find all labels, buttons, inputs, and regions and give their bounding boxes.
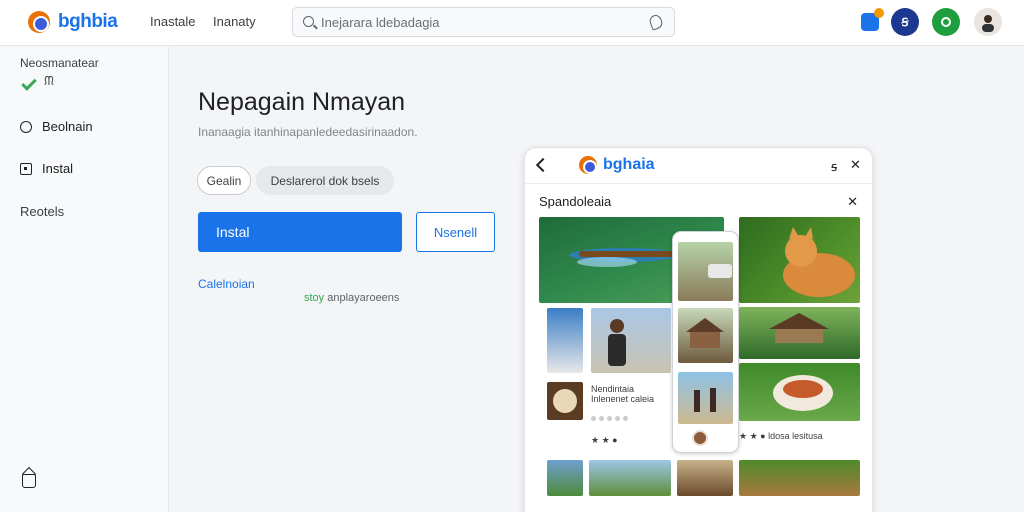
hint-text: stoy anplayaroeens: [304, 292, 399, 304]
post-rating-dots: [591, 408, 631, 426]
woman-illustration: [608, 319, 626, 366]
photo-strip-3[interactable]: [677, 460, 733, 496]
photo-sea-small[interactable]: [547, 308, 583, 373]
pavilion-illustration: [769, 313, 829, 343]
filter-chip-1[interactable]: Gealin: [197, 166, 251, 195]
details-link[interactable]: Calelnoian: [198, 277, 255, 291]
nav-link-2[interactable]: Inanaty: [213, 14, 256, 29]
top-bar: bghbia Inastale Inanaty Inejarara ldebad…: [0, 0, 1024, 46]
search-icon: [303, 16, 314, 27]
brand-logo-icon: [28, 11, 50, 33]
photo-cat[interactable]: [739, 217, 860, 303]
photo-woman[interactable]: [591, 308, 671, 373]
apps-glyph-icon: [941, 17, 951, 27]
page-subtitle: Inanaagia itanhinapanledeedasirinaadon.: [198, 125, 418, 139]
preview-close-icon[interactable]: ✕: [850, 157, 861, 173]
brand-name: bghbia: [58, 11, 118, 32]
phone-photo-house[interactable]: [678, 308, 733, 363]
phone-photo-beach-people[interactable]: [678, 372, 733, 424]
photo-coffee[interactable]: [547, 382, 583, 420]
profile-badge-label: Ꞩ: [901, 16, 909, 29]
photo-food-bowl[interactable]: [739, 363, 860, 421]
preview-brand-icon: [579, 156, 597, 174]
app-preview-card: bghaia ꟊ ✕ Spandoleaia ✕ ★ ★ ● ldosa les…: [524, 147, 873, 512]
sidebar-item-reotels[interactable]: Reotels: [20, 204, 64, 219]
phone-mockup: [672, 231, 739, 453]
phone-avatar[interactable]: [692, 430, 708, 446]
photo-strip-1[interactable]: [547, 460, 583, 496]
sidebar: Neosmanatear ᙏ Beolnain Instal Reotels: [0, 47, 169, 512]
sidebar-item-instal[interactable]: Instal: [20, 161, 73, 176]
sidebar-item-beolnain[interactable]: Beolnain: [20, 119, 93, 134]
avatar-person-icon: [982, 15, 994, 32]
people-illustration: [694, 388, 716, 412]
sidebar-section-label: Neosmanatear: [20, 56, 99, 70]
preview-title: Spandoleaia: [539, 194, 612, 209]
post-text: Nendintaia Inlenenet caleia: [591, 384, 655, 404]
apps-icon[interactable]: [932, 8, 960, 36]
notification-badge: [874, 8, 884, 18]
back-arrow-icon[interactable]: [535, 157, 551, 173]
brand-logo[interactable]: bghbia: [28, 11, 118, 33]
sidebar-section-sub: ᙏ: [44, 74, 54, 88]
square-icon: [20, 162, 32, 175]
notifications-icon[interactable]: [861, 8, 884, 31]
house-illustration: [686, 318, 724, 348]
sidebar-item-label: Beolnain: [42, 119, 93, 134]
search-input[interactable]: Inejarara ldebadagia: [292, 7, 675, 37]
preview-brand: bghaia: [579, 156, 655, 174]
sidebar-item-label: Instal: [42, 161, 74, 176]
hint-prefix: stoy: [304, 292, 325, 304]
caption-left: ★ ★ ●: [591, 435, 618, 445]
preview-header: bghaia ꟊ ✕: [525, 148, 872, 184]
car-illustration: [708, 264, 732, 278]
install-button[interactable]: Instal: [198, 212, 402, 252]
nav-link-1[interactable]: Inastale: [150, 14, 196, 29]
circle-icon: [20, 120, 32, 133]
close-icon[interactable]: ✕: [847, 194, 858, 210]
voice-search-icon[interactable]: [647, 13, 665, 31]
page-title: Nepagain Nmayan: [198, 88, 406, 116]
profile-badge-icon[interactable]: Ꞩ: [891, 8, 919, 36]
hint-body: anplayaroeens: [327, 292, 400, 304]
coffee-illustration: [553, 389, 577, 413]
search-placeholder: Inejarara ldebadagia: [321, 15, 440, 30]
filter-chip-2[interactable]: Deslarerol dok bsels: [256, 166, 394, 195]
bowl-illustration: [773, 375, 833, 411]
cat-illustration: [783, 227, 855, 297]
preview-expand-icon[interactable]: ꟊ: [831, 157, 837, 175]
home-icon[interactable]: [22, 474, 36, 488]
photo-strip-4[interactable]: [739, 460, 860, 496]
caption-right: ★ ★ ● ldosa lesitusa: [739, 431, 823, 441]
phone-photo-car[interactable]: [678, 242, 733, 301]
avatar[interactable]: [974, 8, 1002, 36]
preview-brand-name: bghaia: [603, 156, 655, 173]
photo-pavilion[interactable]: [739, 307, 860, 359]
photo-strip-2[interactable]: [589, 460, 671, 496]
secondary-button[interactable]: Nsenell: [416, 212, 495, 252]
